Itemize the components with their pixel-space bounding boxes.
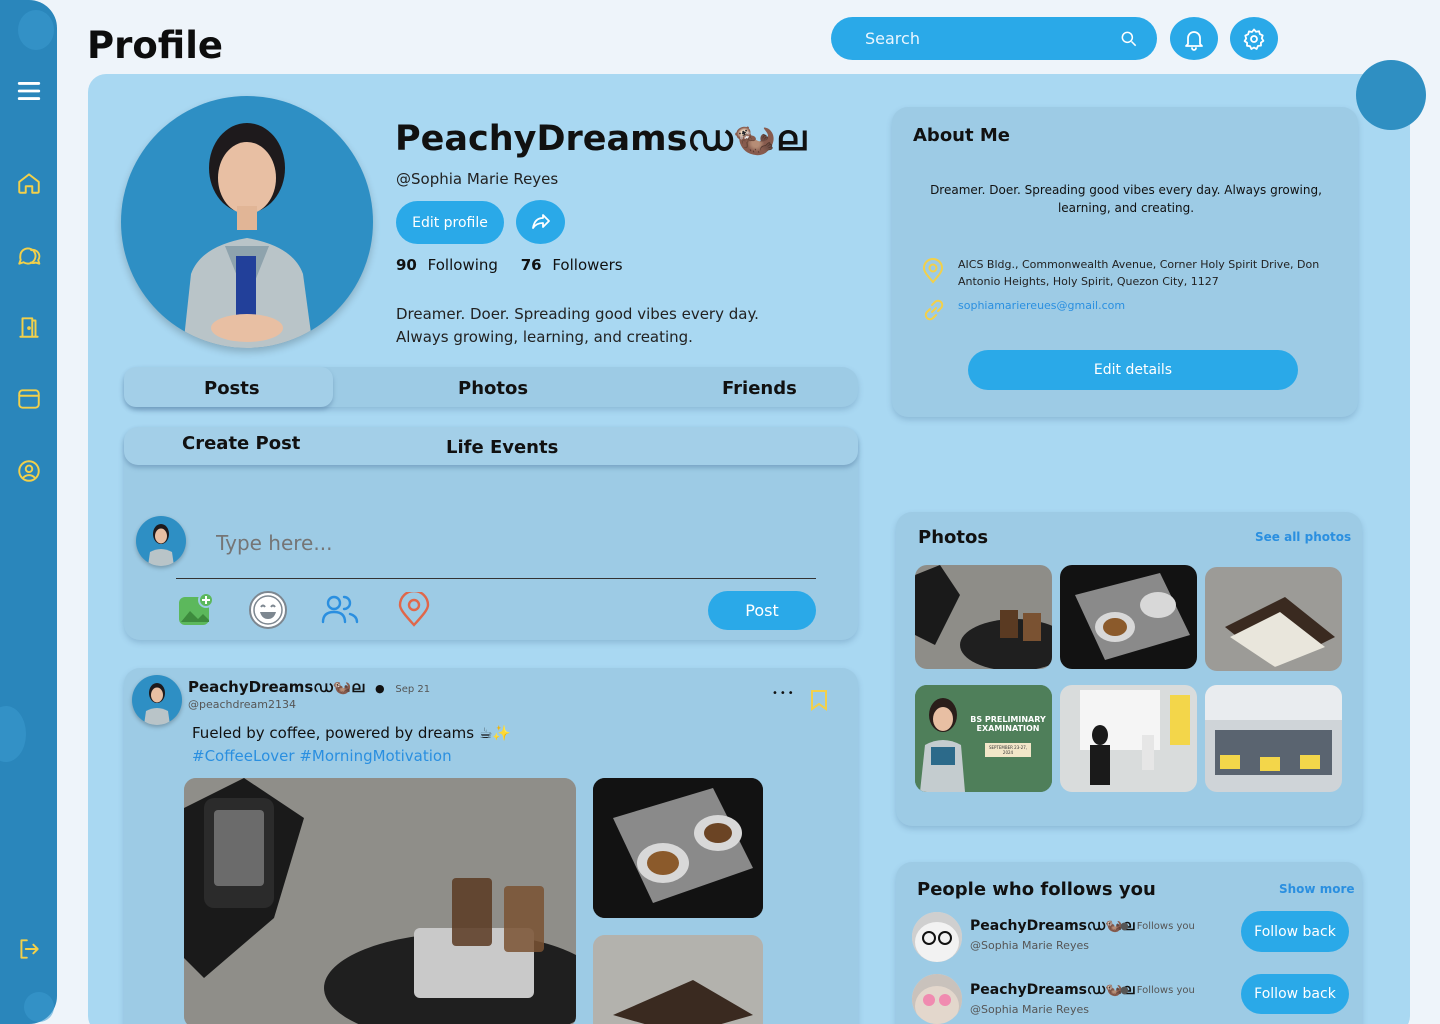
door-icon[interactable] — [14, 312, 44, 342]
follower-name[interactable]: PeachyDreamsഡ🦦ല — [970, 982, 1134, 998]
post-author-name[interactable]: PeachyDreamsഡ🦦ല — [188, 678, 364, 696]
follower-avatar[interactable] — [912, 912, 962, 962]
address-location-icon — [920, 258, 946, 288]
profile-avatar[interactable] — [121, 96, 373, 348]
add-photo-icon[interactable] — [178, 592, 214, 632]
sidebar — [0, 0, 57, 1024]
photo-thumb-classroom-board[interactable] — [1060, 685, 1197, 792]
show-more-link[interactable]: Show more — [1279, 882, 1355, 896]
follower-handle: @Sophia Marie Reyes — [970, 1003, 1089, 1016]
followers-count: 76 — [520, 256, 542, 274]
photo-thumb-classroom-students[interactable] — [1205, 685, 1342, 792]
profile-bio: Dreamer. Doer. Spreading good vibes ever… — [396, 303, 759, 349]
search-icon[interactable] — [1119, 29, 1139, 49]
menu-icon[interactable] — [14, 76, 44, 106]
notifications-button[interactable] — [1170, 17, 1218, 60]
exam-poster-date: SEPTEMBER 23-27, 2024 — [985, 743, 1031, 757]
settings-button[interactable] — [1230, 17, 1278, 60]
avatar-photo — [183, 123, 313, 348]
about-me-bio: Dreamer. Doer. Spreading good vibes ever… — [930, 183, 1322, 215]
photo-thumb-espresso[interactable] — [1060, 565, 1197, 669]
tab-life-events[interactable]: Life Events — [446, 437, 558, 458]
link-icon — [920, 296, 948, 328]
photos-title: Photos — [918, 527, 989, 548]
photo-thumb-exam-poster[interactable]: BS PRELIMINARY EXAMINATION SEPTEMBER 23-… — [915, 685, 1052, 792]
post-header: PeachyDreamsഡ🦦ല ● Sep 21 — [188, 678, 430, 696]
bio-line: Always growing, learning, and creating. — [396, 328, 693, 346]
home-icon[interactable] — [14, 168, 44, 198]
follower-status-text: Follows you — [1136, 985, 1195, 996]
follower-handle: @Sophia Marie Reyes — [970, 939, 1089, 952]
profile-icon[interactable] — [14, 456, 44, 486]
browser-window-icon[interactable] — [14, 384, 44, 414]
see-all-photos-link[interactable]: See all photos — [1255, 530, 1351, 544]
chat-icon[interactable] — [14, 240, 44, 270]
follower-avatar[interactable] — [912, 974, 962, 1024]
decor-circle — [1356, 60, 1426, 130]
post-hashtags[interactable]: #CoffeeLover #MorningMotivation — [192, 747, 452, 765]
post-image-main[interactable] — [184, 778, 576, 1024]
edit-profile-button[interactable]: Edit profile — [396, 201, 504, 244]
follower-status: ● Follows you — [1120, 921, 1195, 932]
logout-icon[interactable] — [14, 934, 44, 964]
follow-stats: 90 Following 76 Followers — [396, 256, 623, 274]
about-address: AICS Bldg., Commonwealth Avenue, Corner … — [958, 258, 1320, 288]
post-date: Sep 21 — [395, 684, 431, 695]
post-author-avatar[interactable] — [132, 675, 182, 725]
follow-back-button[interactable]: Follow back — [1241, 974, 1349, 1014]
bio-line: Dreamer. Doer. Spreading good vibes ever… — [396, 305, 759, 323]
post-text: Fueled by coffee, powered by dreams ☕✨ — [192, 724, 511, 742]
follower-status-text: Follows you — [1136, 921, 1195, 932]
follower-status: ● Follows you — [1120, 985, 1195, 996]
tag-people-icon[interactable] — [320, 592, 360, 632]
about-email[interactable]: sophiamariereues@gmail.com — [958, 299, 1125, 312]
photo-thumb-iced-coffee[interactable] — [915, 565, 1052, 669]
following-label[interactable]: Following — [428, 256, 498, 274]
follow-back-button[interactable]: Follow back — [1241, 911, 1349, 952]
post-author-handle: @peachdream2134 — [188, 698, 296, 711]
composer-divider — [176, 578, 816, 579]
followers-panel-title: People who follows you — [917, 879, 1156, 900]
followers-label[interactable]: Followers — [552, 256, 622, 274]
profile-handle: @Sophia Marie Reyes — [396, 170, 559, 188]
share-button[interactable] — [516, 200, 565, 244]
post-image-coffee[interactable] — [593, 778, 763, 918]
photo-thumb-notebook[interactable] — [1205, 567, 1342, 671]
following-count: 90 — [396, 256, 417, 274]
separator-dot: ● — [375, 682, 385, 695]
edit-details-button[interactable]: Edit details — [968, 350, 1298, 390]
search-input[interactable] — [865, 29, 1105, 48]
page-title: Profile — [87, 24, 223, 67]
decor-circle — [0, 706, 26, 762]
location-icon[interactable] — [396, 589, 432, 632]
tab-friends[interactable]: Friends — [722, 378, 797, 399]
search-bar[interactable] — [831, 17, 1157, 60]
follower-name[interactable]: PeachyDreamsഡ🦦ല — [970, 918, 1134, 934]
exam-poster-title: BS PRELIMINARY EXAMINATION — [970, 715, 1046, 733]
bookmark-icon[interactable] — [808, 688, 830, 716]
tab-photos[interactable]: Photos — [458, 378, 528, 399]
post-image-notebook[interactable] — [593, 935, 763, 1024]
post-button[interactable]: Post — [708, 591, 816, 630]
composer-avatar — [136, 516, 186, 566]
bell-icon — [1185, 30, 1203, 51]
composer-input[interactable] — [216, 528, 806, 558]
gear-icon — [1243, 28, 1265, 50]
tab-create-post[interactable]: Create Post — [182, 433, 300, 454]
about-me-title: About Me — [913, 125, 1010, 146]
post-more-options-icon[interactable]: ••• — [772, 688, 796, 699]
emoji-icon[interactable] — [248, 590, 288, 634]
tab-posts[interactable]: Posts — [204, 378, 260, 399]
profile-display-name: PeachyDreamsഡ🦦ല — [395, 119, 807, 159]
decor-circle — [18, 10, 54, 50]
decor-circle — [24, 992, 54, 1022]
share-icon — [531, 214, 550, 229]
